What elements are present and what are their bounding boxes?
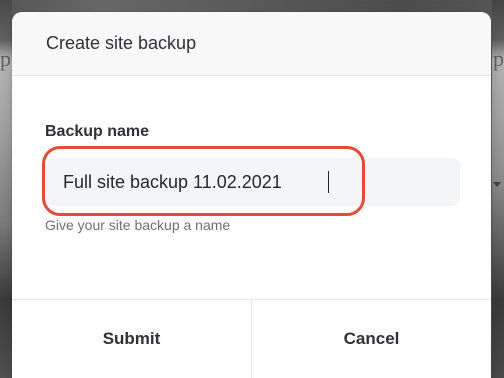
backup-name-field-wrapper [42, 146, 460, 216]
background-left-glyph: p [0, 46, 11, 71]
submit-button[interactable]: Submit [12, 300, 251, 378]
backup-name-input[interactable] [45, 158, 460, 206]
dialog-title: Create site backup [46, 33, 197, 53]
dialog-header: Create site backup [12, 12, 491, 76]
cancel-button[interactable]: Cancel [251, 300, 491, 378]
text-cursor [328, 171, 329, 193]
dialog-footer: Submit Cancel [12, 299, 491, 378]
background-chevron-icon [493, 182, 501, 187]
background-right-glyph: p [493, 46, 504, 71]
dialog-body: Backup name Give your site backup a name [12, 76, 491, 299]
backup-name-label: Backup name [45, 123, 150, 140]
backup-name-help-text: Give your site backup a name [45, 217, 231, 233]
create-site-backup-dialog: Create site backup Backup name Give your… [12, 12, 491, 378]
